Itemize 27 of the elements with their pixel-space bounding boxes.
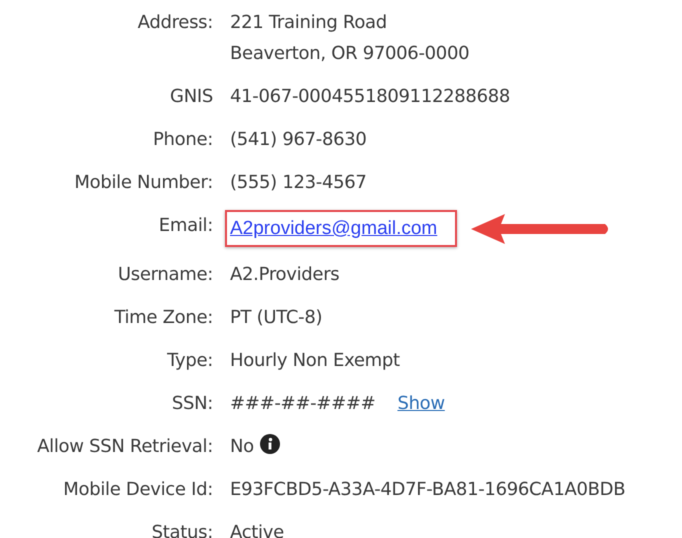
field-value: 221 Training Road: [230, 11, 388, 35]
field-value: A2.Providers: [230, 263, 340, 287]
show-link[interactable]: Show: [397, 388, 445, 419]
field-label: Allow SSN Retrieval:: [36, 435, 213, 459]
field-value: Beaverton, OR 97006-0000: [230, 42, 470, 66]
field-value: (541) 967-8630: [230, 128, 367, 152]
field-label: Phone:: [152, 128, 213, 152]
field-label: GNIS: [169, 85, 213, 109]
field-value: E93FCBD5-A33A-4D7F-BA81-1696CA1A0BDB: [230, 478, 626, 502]
field-label: Address:: [136, 11, 213, 35]
field-value: 41-067-0004551809112288688: [230, 85, 510, 109]
field-value: No: [230, 435, 254, 459]
field-label: Username:: [116, 263, 213, 287]
field-value: Active: [230, 521, 284, 538]
field-label: SSN:: [170, 392, 213, 416]
field-label: Mobile Device Id:: [62, 478, 213, 502]
email-link[interactable]: A2providers@gmail.com: [230, 218, 438, 239]
field-label: Type:: [166, 349, 213, 373]
field-label: Time Zone:: [113, 306, 213, 330]
field-label: Mobile Number:: [73, 171, 213, 195]
field-value: PT (UTC-8): [230, 306, 322, 330]
field-label: Email:: [158, 214, 213, 238]
field-value: ###-##-####: [230, 392, 376, 416]
info-icon[interactable]: [260, 434, 280, 454]
field-label: Status:: [150, 521, 213, 538]
field-value: Hourly Non Exempt: [230, 349, 400, 373]
field-value: (555) 123-4567: [230, 171, 367, 195]
